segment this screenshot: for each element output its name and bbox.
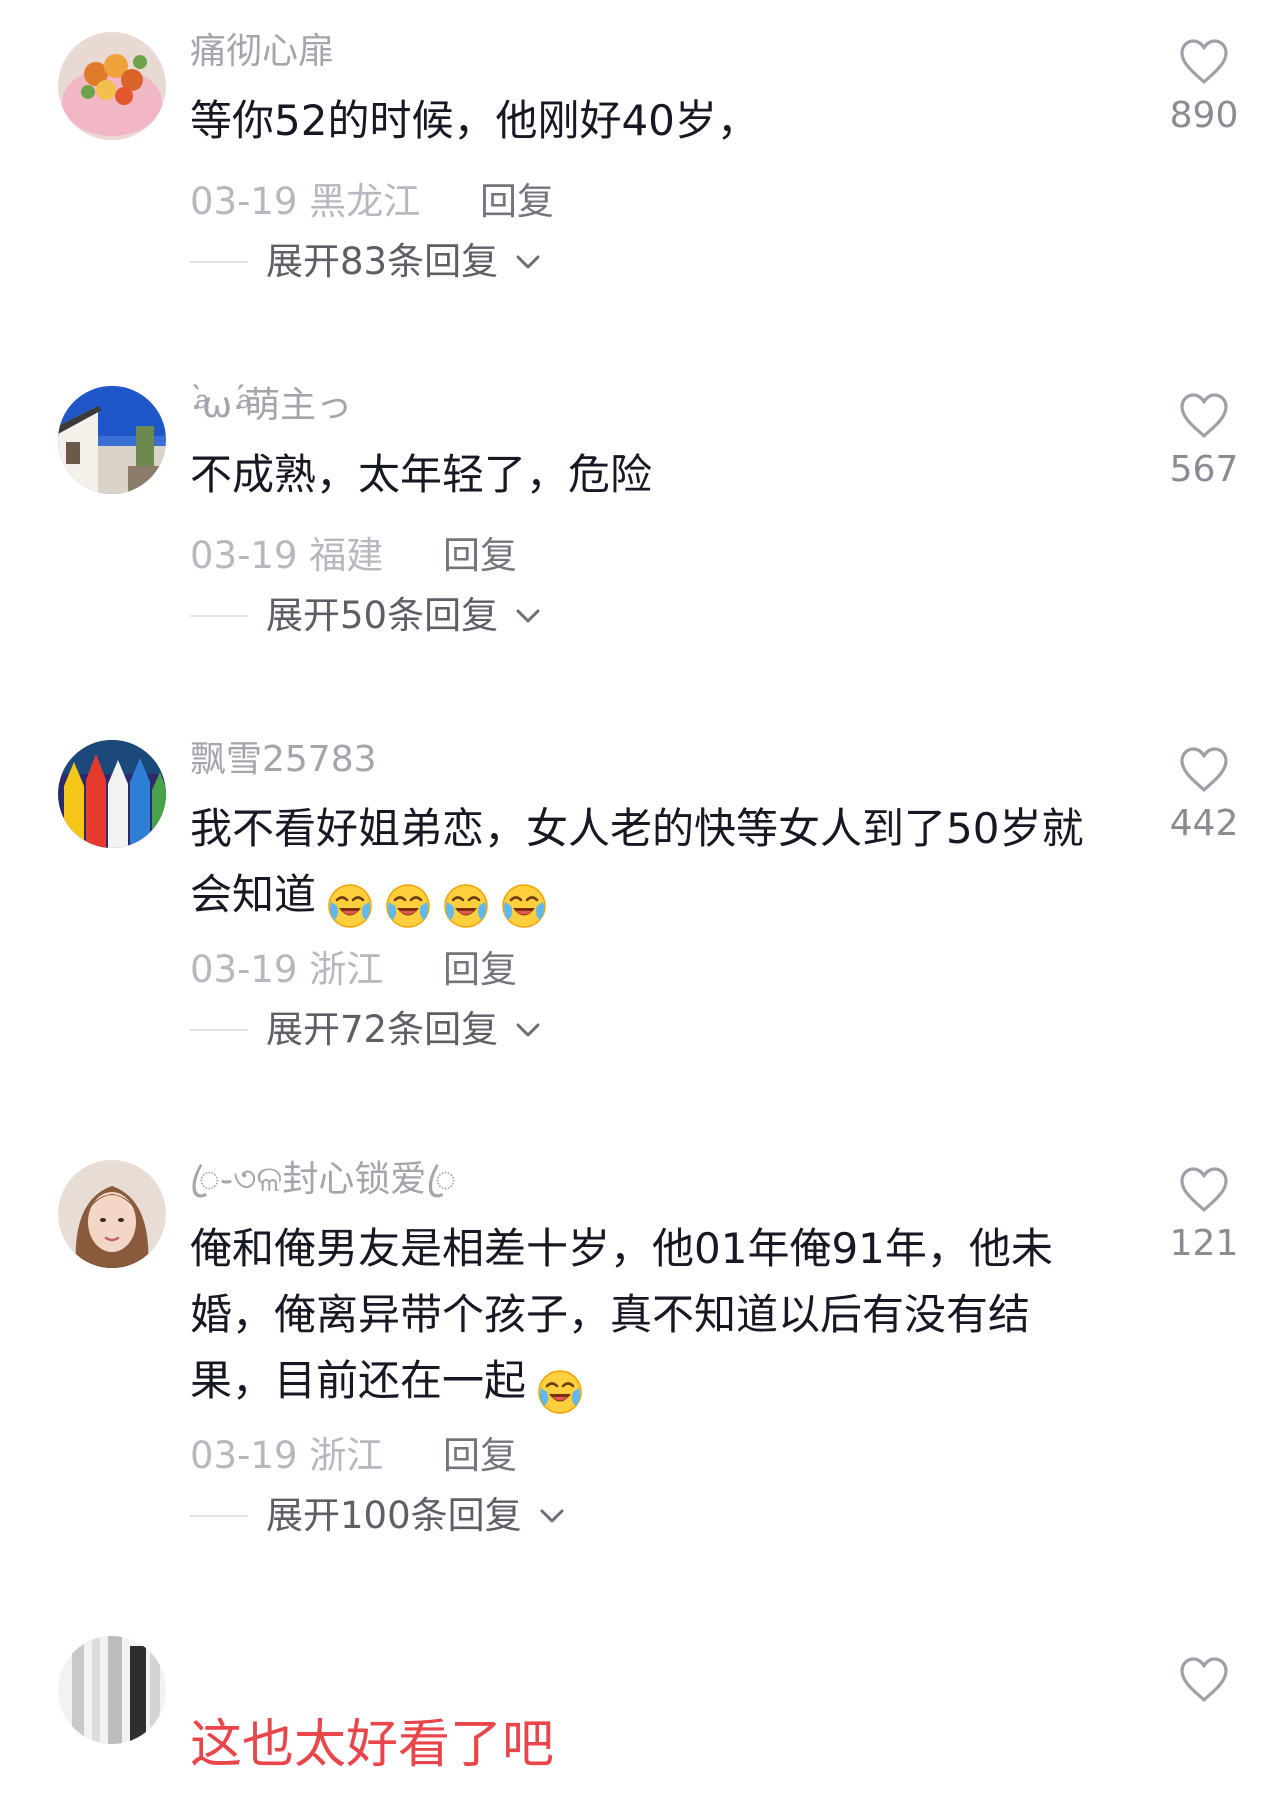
expand-replies-label: 展开100条回复 — [266, 1494, 522, 1537]
heart-icon — [1178, 1166, 1230, 1214]
expand-replies-label: 展开83条回复 — [266, 240, 499, 283]
crying-laughing-emoji-icon — [442, 882, 490, 930]
crying-laughing-emoji-icon — [536, 1368, 584, 1416]
expand-replies-button[interactable]: 展开72条回复 — [190, 1006, 544, 1054]
expand-replies-button[interactable]: 展开100条回复 — [190, 1492, 568, 1540]
comment-location: 黑龙江 — [309, 180, 421, 223]
like-count: 890 — [1169, 95, 1239, 136]
avatar[interactable] — [58, 1160, 166, 1268]
heart-icon — [1178, 38, 1230, 86]
comment-text: 我不看好姐弟恋，女人老的快等女人到了50岁就会知道 — [190, 796, 1100, 936]
comment-meta: 03-19 福建 回复 — [190, 532, 517, 580]
comment-text: 俺和俺男友是相差十岁，他01年俺91年，他未婚，俺离异带个孩子，真不知道以后有没… — [190, 1216, 1100, 1422]
like-button[interactable]: 890 — [1156, 38, 1252, 138]
avatar[interactable] — [58, 740, 166, 848]
comment-meta: 03-19 黑龙江 回复 — [190, 178, 554, 226]
chevron-down-icon — [512, 1014, 544, 1046]
avatar[interactable] — [58, 32, 166, 140]
chevron-down-icon — [536, 1500, 568, 1532]
emoji-group — [316, 870, 548, 936]
reply-button[interactable]: 回复 — [443, 1434, 517, 1477]
comment-meta: 03-19 浙江 回复 — [190, 1432, 517, 1480]
crying-laughing-emoji-icon — [384, 882, 432, 930]
comment-location: 浙江 — [309, 1434, 384, 1477]
chevron-down-icon — [512, 246, 544, 278]
divider — [190, 261, 248, 263]
expand-replies-label: 展开72条回复 — [266, 1008, 499, 1051]
heart-icon — [1178, 392, 1230, 440]
username[interactable]: ꦿ֊৩ଳ封心锁爱ꦿ — [190, 1156, 456, 1204]
expand-replies-button[interactable]: 展开83条回复 — [190, 238, 544, 286]
username[interactable]: 飘雪25783 — [190, 736, 377, 784]
heart-icon — [1178, 746, 1230, 794]
comment-meta: 03-19 浙江 回复 — [190, 946, 517, 994]
like-count: 442 — [1169, 803, 1239, 844]
divider — [190, 1029, 248, 1031]
comment-text: 不成熟，太年轻了，危险 — [190, 450, 653, 499]
like-button[interactable]: 567 — [1156, 392, 1252, 492]
like-button[interactable] — [1156, 1656, 1252, 1704]
chevron-down-icon — [512, 600, 544, 632]
reply-button[interactable]: 回复 — [443, 534, 517, 577]
comment-date: 03-19 — [190, 948, 298, 991]
avatar[interactable] — [58, 386, 166, 494]
expand-replies-button[interactable]: 展开50条回复 — [190, 592, 544, 640]
crying-laughing-emoji-icon — [326, 882, 374, 930]
avatar[interactable] — [58, 1636, 166, 1744]
username[interactable]: 痛彻心扉 — [190, 28, 334, 76]
comment-location: 浙江 — [309, 948, 384, 991]
reply-button[interactable]: 回复 — [443, 948, 517, 991]
like-count: 121 — [1169, 1223, 1239, 1264]
comment-location: 福建 — [309, 534, 384, 577]
like-button[interactable]: 442 — [1156, 746, 1252, 846]
comment-text: 等你52的时候，他刚好40岁， — [190, 96, 759, 145]
username[interactable]: ·ͣ̀ω·ͣ́萌主っ — [190, 382, 352, 430]
comment-text-content: 俺和俺男友是相差十岁，他01年俺91年，他未婚，俺离异带个孩子，真不知道以后有没… — [190, 1224, 1053, 1405]
comment-date: 03-19 — [190, 534, 298, 577]
expand-replies-label: 展开50条回复 — [266, 594, 499, 637]
emoji-group — [526, 1356, 584, 1422]
divider — [190, 615, 248, 617]
comment-date: 03-19 — [190, 1434, 298, 1477]
like-count: 567 — [1169, 449, 1239, 490]
divider — [190, 1515, 248, 1517]
comment-text: 这也太好看了吧 — [190, 1715, 555, 1775]
comment-date: 03-19 — [190, 180, 298, 223]
heart-icon — [1178, 1656, 1230, 1704]
crying-laughing-emoji-icon — [500, 882, 548, 930]
reply-button[interactable]: 回复 — [480, 180, 554, 223]
like-button[interactable]: 121 — [1156, 1166, 1252, 1266]
